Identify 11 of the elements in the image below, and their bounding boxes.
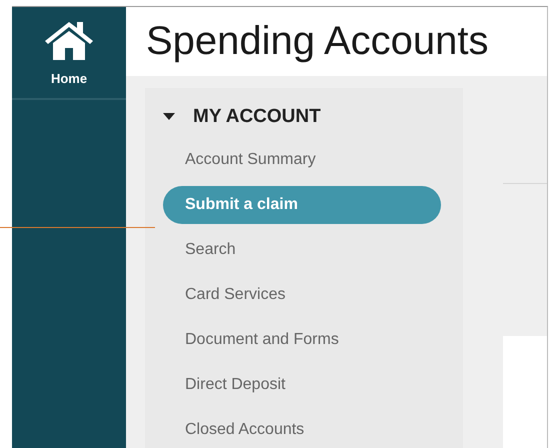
menu-item[interactable]: Card Services [163, 276, 441, 314]
menu-heading: MY ACCOUNT [193, 106, 321, 128]
menu-item[interactable]: Submit a claim [163, 186, 441, 224]
caret-icon[interactable] [163, 113, 175, 121]
menu-item[interactable]: Direct Deposit [163, 366, 441, 404]
menu-item[interactable]: Document and Forms [163, 321, 441, 359]
home-icon [43, 19, 95, 61]
page-title: Spending Accounts [146, 19, 488, 64]
menu-item[interactable]: Search [163, 231, 441, 269]
menu-item[interactable]: Closed Accounts [163, 411, 441, 448]
menu-item[interactable]: Account Summary [163, 141, 441, 179]
